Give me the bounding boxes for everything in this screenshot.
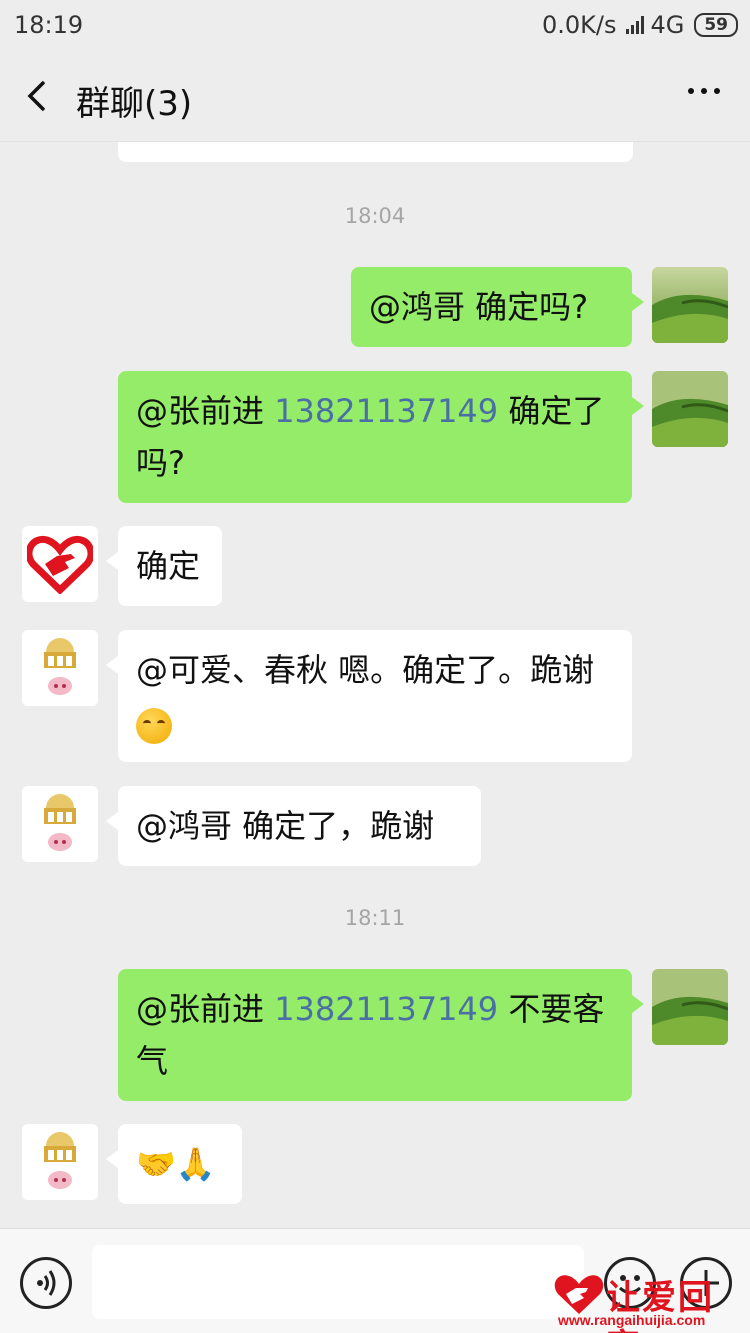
message-text: @鸿哥 确定了，跪谢 <box>136 807 435 845</box>
message-text: 确定 <box>136 547 201 585</box>
message-bubble[interactable]: 🤝🙏 <box>106 1124 242 1204</box>
message-text: @可爱、春秋 嗯。确定了。跪谢 <box>136 651 595 689</box>
message-input[interactable] <box>92 1245 584 1319</box>
timestamp: 18:11 <box>344 906 406 930</box>
self-avatar[interactable] <box>652 371 728 447</box>
message-bubble[interactable]: @张前进 13821137149 确定了吗? <box>118 371 644 503</box>
message-bubble[interactable]: 确定 <box>106 526 222 606</box>
battery-icon: 59 <box>694 13 738 37</box>
self-avatar[interactable] <box>652 267 728 343</box>
message-bubble[interactable]: @鸿哥 确定吗? <box>351 267 644 347</box>
message-bubble[interactable]: @可爱、春秋 嗯。确定了。跪谢 <box>106 630 632 762</box>
heart-hand-icon <box>554 1275 604 1314</box>
network-type: 4G <box>650 11 685 39</box>
signal-icon <box>626 16 645 34</box>
chat-header: 群聊(3) <box>0 50 750 142</box>
watermark-logo: 让爱回家 www.rangaihuijia.com <box>548 1272 748 1333</box>
network-speed: 0.0K/s <box>541 11 617 39</box>
voice-icon[interactable] <box>20 1257 72 1309</box>
message-text: @张前进 <box>136 990 275 1028</box>
self-avatar[interactable] <box>652 969 728 1045</box>
shop-logo-avatar[interactable] <box>22 786 98 862</box>
chat-title: 群聊(3) <box>76 84 193 124</box>
shop-logo-avatar[interactable] <box>22 1124 98 1200</box>
heart-hand-logo-avatar[interactable] <box>22 526 98 602</box>
message-text: @鸿哥 确定吗? <box>369 288 589 326</box>
watermark-url: www.rangaihuijia.com <box>558 1312 706 1328</box>
phone-number-link[interactable]: 13821137149 <box>274 990 498 1028</box>
message-bubble[interactable]: @张前进 13821137149 不要客气 <box>118 969 644 1101</box>
timestamp: 18:04 <box>344 204 406 228</box>
chat-message-list[interactable]: 18:04 @鸿哥 确定吗? @张前进 13821137149 确定了吗? 确定… <box>0 142 750 1228</box>
smiling-face-emoji-icon <box>136 708 172 744</box>
previous-message-bubble <box>118 142 633 162</box>
shop-logo-avatar[interactable] <box>22 630 98 706</box>
message-text: @张前进 <box>136 392 275 430</box>
message-bubble[interactable]: @鸿哥 确定了，跪谢 <box>106 786 481 866</box>
status-indicators: 0.0K/s 4G 59 <box>542 11 738 39</box>
status-bar: 18:19 0.0K/s 4G 59 <box>0 0 750 50</box>
more-dots-icon[interactable] <box>688 88 720 94</box>
phone-number-link[interactable]: 13821137149 <box>274 392 498 430</box>
message-emoji: 🤝🙏 <box>136 1145 216 1183</box>
status-time: 18:19 <box>14 11 84 39</box>
back-chevron-icon[interactable] <box>22 76 54 116</box>
